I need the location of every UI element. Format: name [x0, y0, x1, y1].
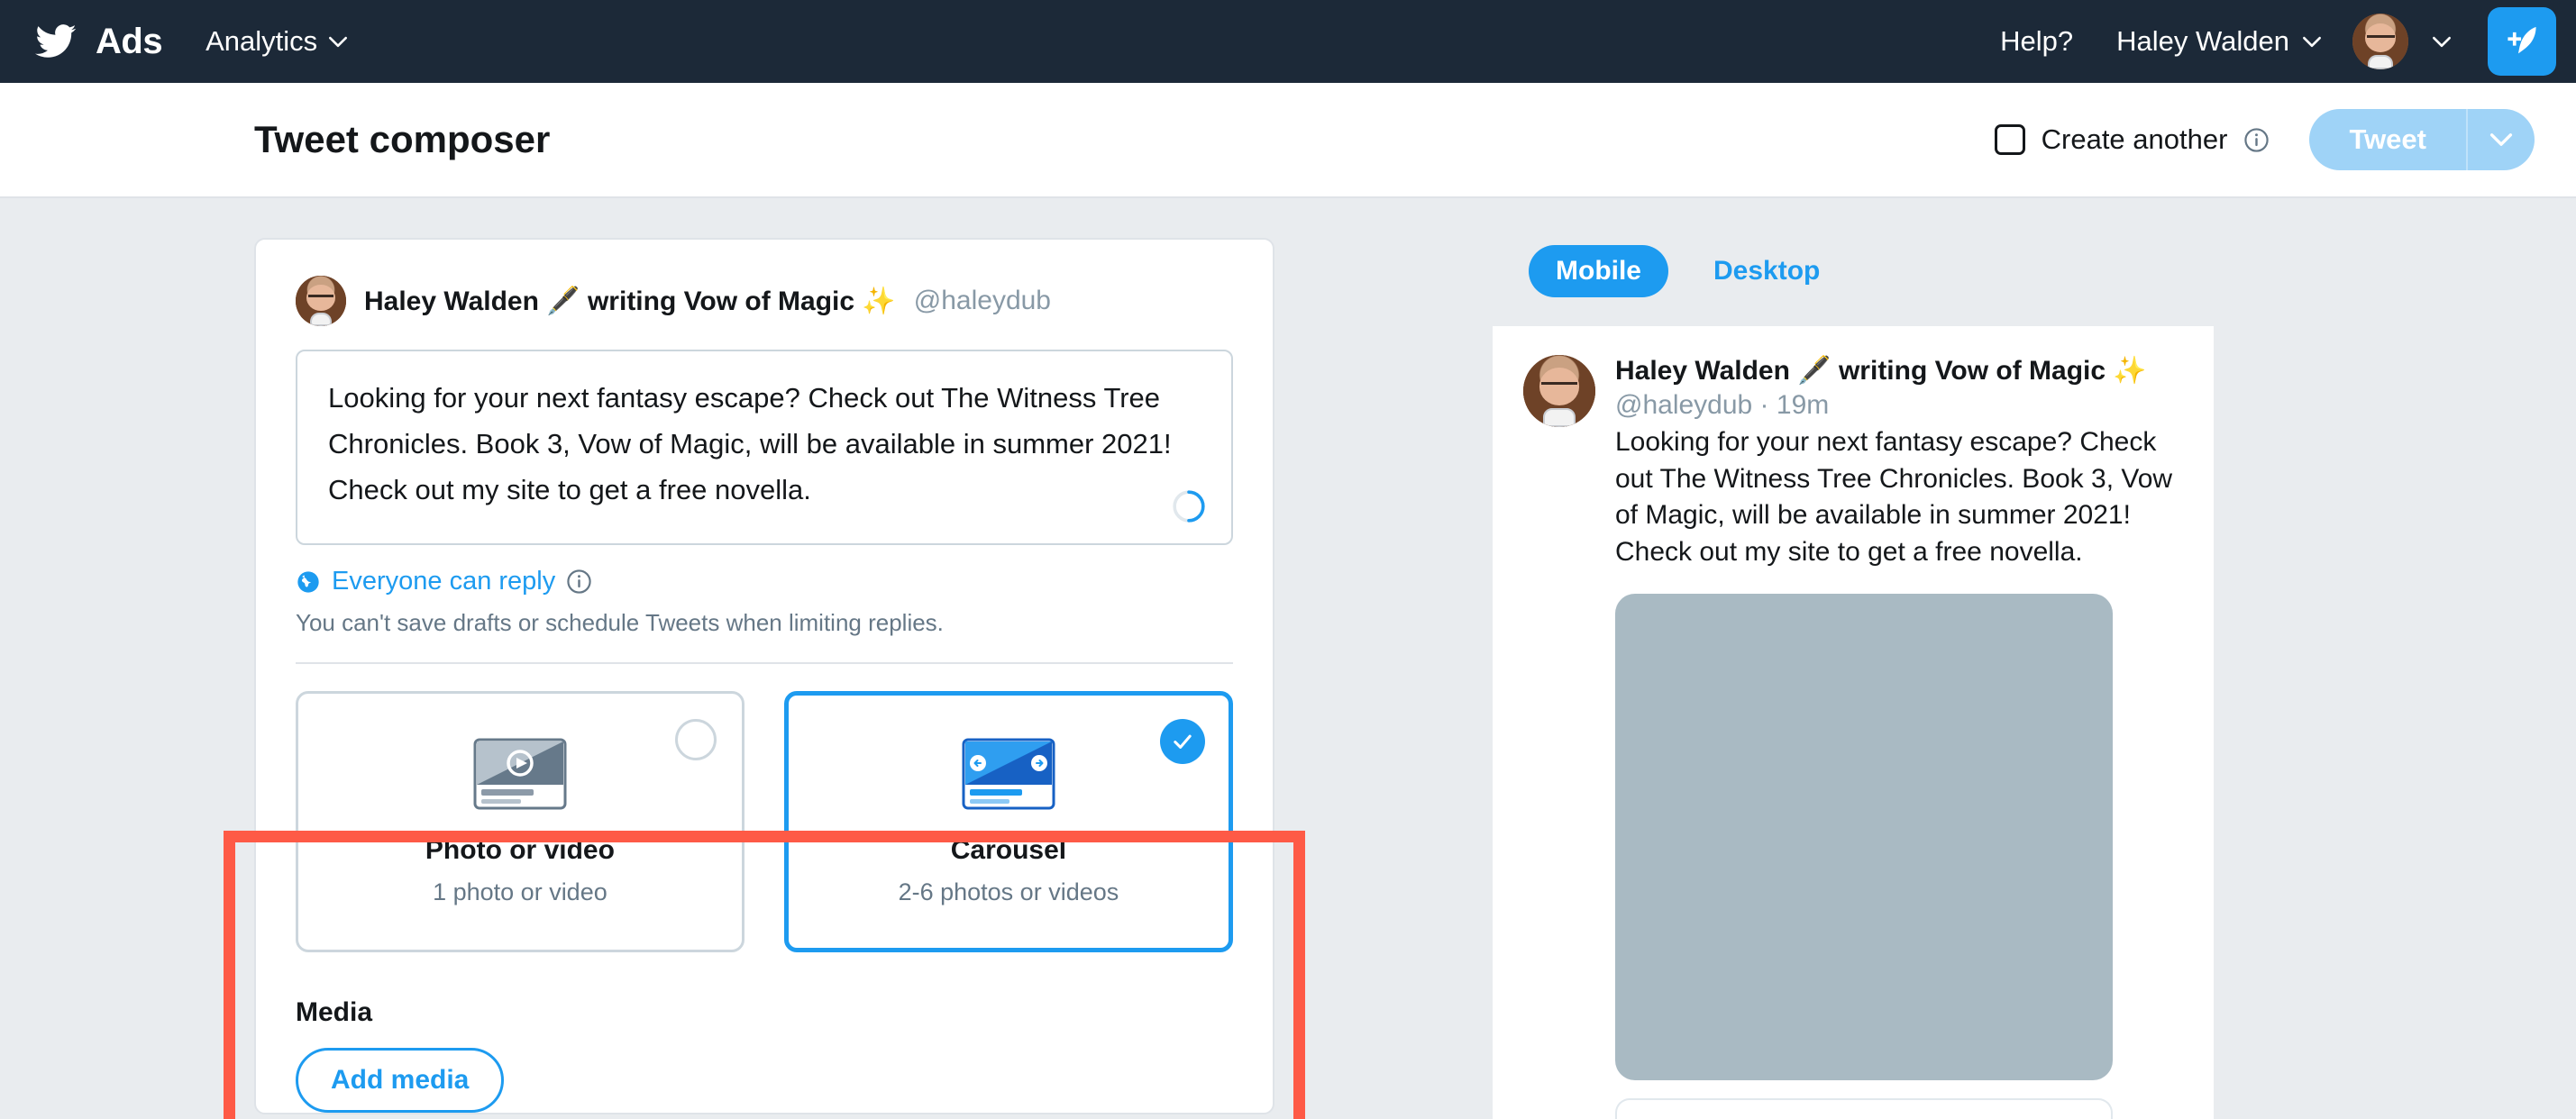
chevron-down-icon: [2302, 36, 2322, 48]
media-type-radio-selected[interactable]: [1160, 719, 1205, 764]
create-another-checkbox[interactable]: [1995, 124, 2025, 155]
nav-right-group: Help? Haley Walden: [2000, 0, 2576, 83]
info-icon[interactable]: [566, 569, 592, 595]
preview-author-row: Haley Walden 🖋️ writing Vow of Magic ✨ @…: [1523, 355, 2183, 570]
media-type-subtitle: 1 photo or video: [433, 878, 607, 906]
avatar: [296, 276, 346, 326]
media-type-photo-or-video[interactable]: Photo or video 1 photo or video: [296, 691, 744, 952]
tweet-button[interactable]: Tweet: [2309, 109, 2466, 170]
preview-device-tabs: Mobile Desktop: [1493, 198, 2214, 297]
preview-website-card[interactable]: Headline website.com: [1615, 1098, 2113, 1119]
avatar-image: [296, 276, 346, 326]
composer-author-name: Haley Walden 🖋️ writing Vow of Magic ✨: [364, 286, 896, 317]
create-another-label: Create another: [2042, 123, 2228, 156]
composer-top-section: Haley Walden 🖋️ writing Vow of Magic ✨ @…: [256, 240, 1273, 664]
globe-icon: [296, 569, 321, 595]
page-header: Tweet composer Create another Tweet: [0, 83, 2576, 198]
nav-analytics-menu[interactable]: Analytics: [206, 25, 348, 58]
compose-tweet-button[interactable]: [2488, 7, 2556, 76]
avatar-image: [1523, 355, 1595, 427]
tweet-text-input[interactable]: Looking for your next fantasy escape? Ch…: [296, 350, 1233, 545]
reply-settings-label: Everyone can reply: [332, 567, 555, 596]
media-upload-section: Media Add media: [256, 952, 1273, 1113]
preview-media-placeholder: [1615, 594, 2113, 1080]
photo-video-thumb-icon: [473, 738, 567, 810]
media-type-title: Carousel: [951, 835, 1066, 866]
compose-tweet-icon: [2502, 22, 2542, 61]
media-type-radio-unselected[interactable]: [675, 719, 717, 760]
tweet-preview-panel: Mobile Desktop Haley Walden 🖋️ writing V…: [1493, 198, 2214, 1119]
brand-logo[interactable]: Ads: [31, 21, 162, 62]
media-type-carousel[interactable]: Carousel 2-6 photos or videos: [784, 691, 1233, 952]
composer-author-handle: @haleydub: [914, 286, 1051, 316]
reply-settings-note: You can't save drafts or schedule Tweets…: [296, 609, 1233, 637]
tab-mobile[interactable]: Mobile: [1529, 245, 1668, 297]
help-link[interactable]: Help?: [2000, 25, 2073, 58]
tweet-options-button[interactable]: [2466, 109, 2535, 170]
add-media-button[interactable]: Add media: [296, 1048, 504, 1113]
create-another-control[interactable]: Create another: [1995, 123, 2270, 156]
character-count-ring-icon: [1172, 489, 1206, 523]
preview-tweet-card: Haley Walden 🖋️ writing Vow of Magic ✨ @…: [1493, 326, 2214, 1119]
page-header-actions: Create another Tweet: [1995, 109, 2535, 170]
tweet-composer-card: Haley Walden 🖋️ writing Vow of Magic ✨ @…: [254, 238, 1274, 1114]
info-icon[interactable]: [2243, 127, 2270, 153]
top-navigation-bar: Ads Analytics Help? Haley Walden: [0, 0, 2576, 83]
tab-desktop[interactable]: Desktop: [1686, 245, 1847, 297]
preview-tweet-text: Looking for your next fantasy escape? Ch…: [1615, 424, 2183, 570]
tweet-text-value: Looking for your next fantasy escape? Ch…: [328, 375, 1201, 513]
check-icon: [1170, 729, 1195, 754]
twitter-bird-icon: [31, 21, 81, 62]
avatar-image: [2352, 14, 2408, 69]
media-section-label: Media: [296, 997, 1233, 1028]
media-type-selector: Photo or video 1 photo or video Carousel: [256, 664, 1273, 952]
carousel-thumb-icon: [962, 738, 1055, 810]
media-type-subtitle: 2-6 photos or videos: [899, 878, 1119, 906]
media-type-title: Photo or video: [425, 835, 615, 866]
preview-author-name: Haley Walden 🖋️ writing Vow of Magic ✨: [1615, 355, 2183, 387]
avatar[interactable]: [2352, 14, 2408, 69]
page-content: Haley Walden 🖋️ writing Vow of Magic ✨ @…: [0, 198, 2576, 1119]
page-title: Tweet composer: [254, 118, 550, 161]
composer-author-row: Haley Walden 🖋️ writing Vow of Magic ✨ @…: [296, 276, 1233, 326]
avatar: [1523, 355, 1595, 427]
tweet-button-group: Tweet: [2309, 109, 2535, 170]
chevron-down-icon[interactable]: [2432, 36, 2452, 48]
chevron-down-icon: [2489, 132, 2513, 147]
chevron-down-icon: [328, 36, 348, 48]
user-account-menu[interactable]: Haley Walden: [2116, 25, 2322, 58]
brand-name-label: Ads: [96, 22, 162, 62]
user-name-label: Haley Walden: [2116, 25, 2289, 58]
nav-analytics-label: Analytics: [206, 25, 317, 58]
reply-settings-control[interactable]: Everyone can reply: [296, 567, 1233, 596]
preview-author-text: Haley Walden 🖋️ writing Vow of Magic ✨ @…: [1615, 355, 2183, 570]
preview-handle-timestamp: @haleydub · 19m: [1615, 390, 2183, 421]
